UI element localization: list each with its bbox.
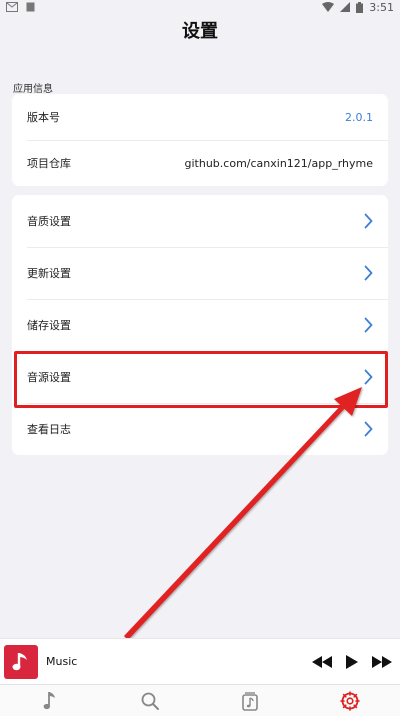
chevron-right-icon [364,265,373,281]
settings-item-label: 储存设置 [27,319,71,332]
track-title: Music [46,655,78,668]
version-value: 2.0.1 [345,110,373,124]
settings-item-label: 查看日志 [27,423,71,436]
settings-item-update[interactable]: 更新设置 [12,247,388,299]
repository-link[interactable]: github.com/canxin121/app_rhyme [185,157,373,170]
album-art[interactable] [4,644,38,679]
chevron-right-icon [364,213,373,229]
page-title: 设置 [182,21,218,42]
play-icon[interactable] [346,654,358,669]
rewind-icon[interactable] [312,655,332,668]
chevron-right-icon [364,421,373,437]
repository-row[interactable]: 项目仓库 github.com/canxin121/app_rhyme [12,140,388,186]
settings-item-view-log[interactable]: 查看日志 [12,403,388,455]
settings-item-label: 更新设置 [27,267,71,280]
version-label: 版本号 [27,111,60,124]
settings-item-label: 音源设置 [27,371,71,384]
music-note-icon [43,691,55,709]
section-label-app-info: 应用信息 [13,84,53,95]
signal-icon [340,2,351,12]
tab-search[interactable] [100,685,200,716]
tab-library[interactable] [200,685,300,716]
battery-icon [356,1,364,13]
wifi-icon [322,2,335,12]
chevron-right-icon [364,369,373,385]
music-note-icon [12,652,27,670]
repository-label: 项目仓库 [27,157,71,170]
library-icon [242,691,258,711]
fast-forward-icon[interactable] [372,655,392,668]
tab-settings[interactable] [300,685,400,716]
settings-item-storage[interactable]: 储存设置 [12,299,388,351]
settings-item-music-source[interactable]: 音源设置 [12,351,388,403]
mini-player[interactable]: Music [0,638,400,684]
settings-card: 音质设置 更新设置 储存设置 音源设置 查看日志 [12,195,388,455]
search-icon [141,692,159,710]
settings-item-label: 音质设置 [27,215,71,228]
status-bar: 3:51 [0,0,400,14]
sim-icon [26,2,35,12]
app-info-card: 版本号 2.0.1 项目仓库 github.com/canxin121/app_… [12,94,388,186]
settings-icon [340,690,360,711]
tab-bar [0,684,400,716]
tab-music[interactable] [0,685,100,716]
chevron-right-icon [364,317,373,333]
settings-item-audio-quality[interactable]: 音质设置 [12,195,388,247]
status-time: 3:51 [369,0,394,14]
version-row: 版本号 2.0.1 [12,94,388,140]
mail-icon [6,2,18,12]
